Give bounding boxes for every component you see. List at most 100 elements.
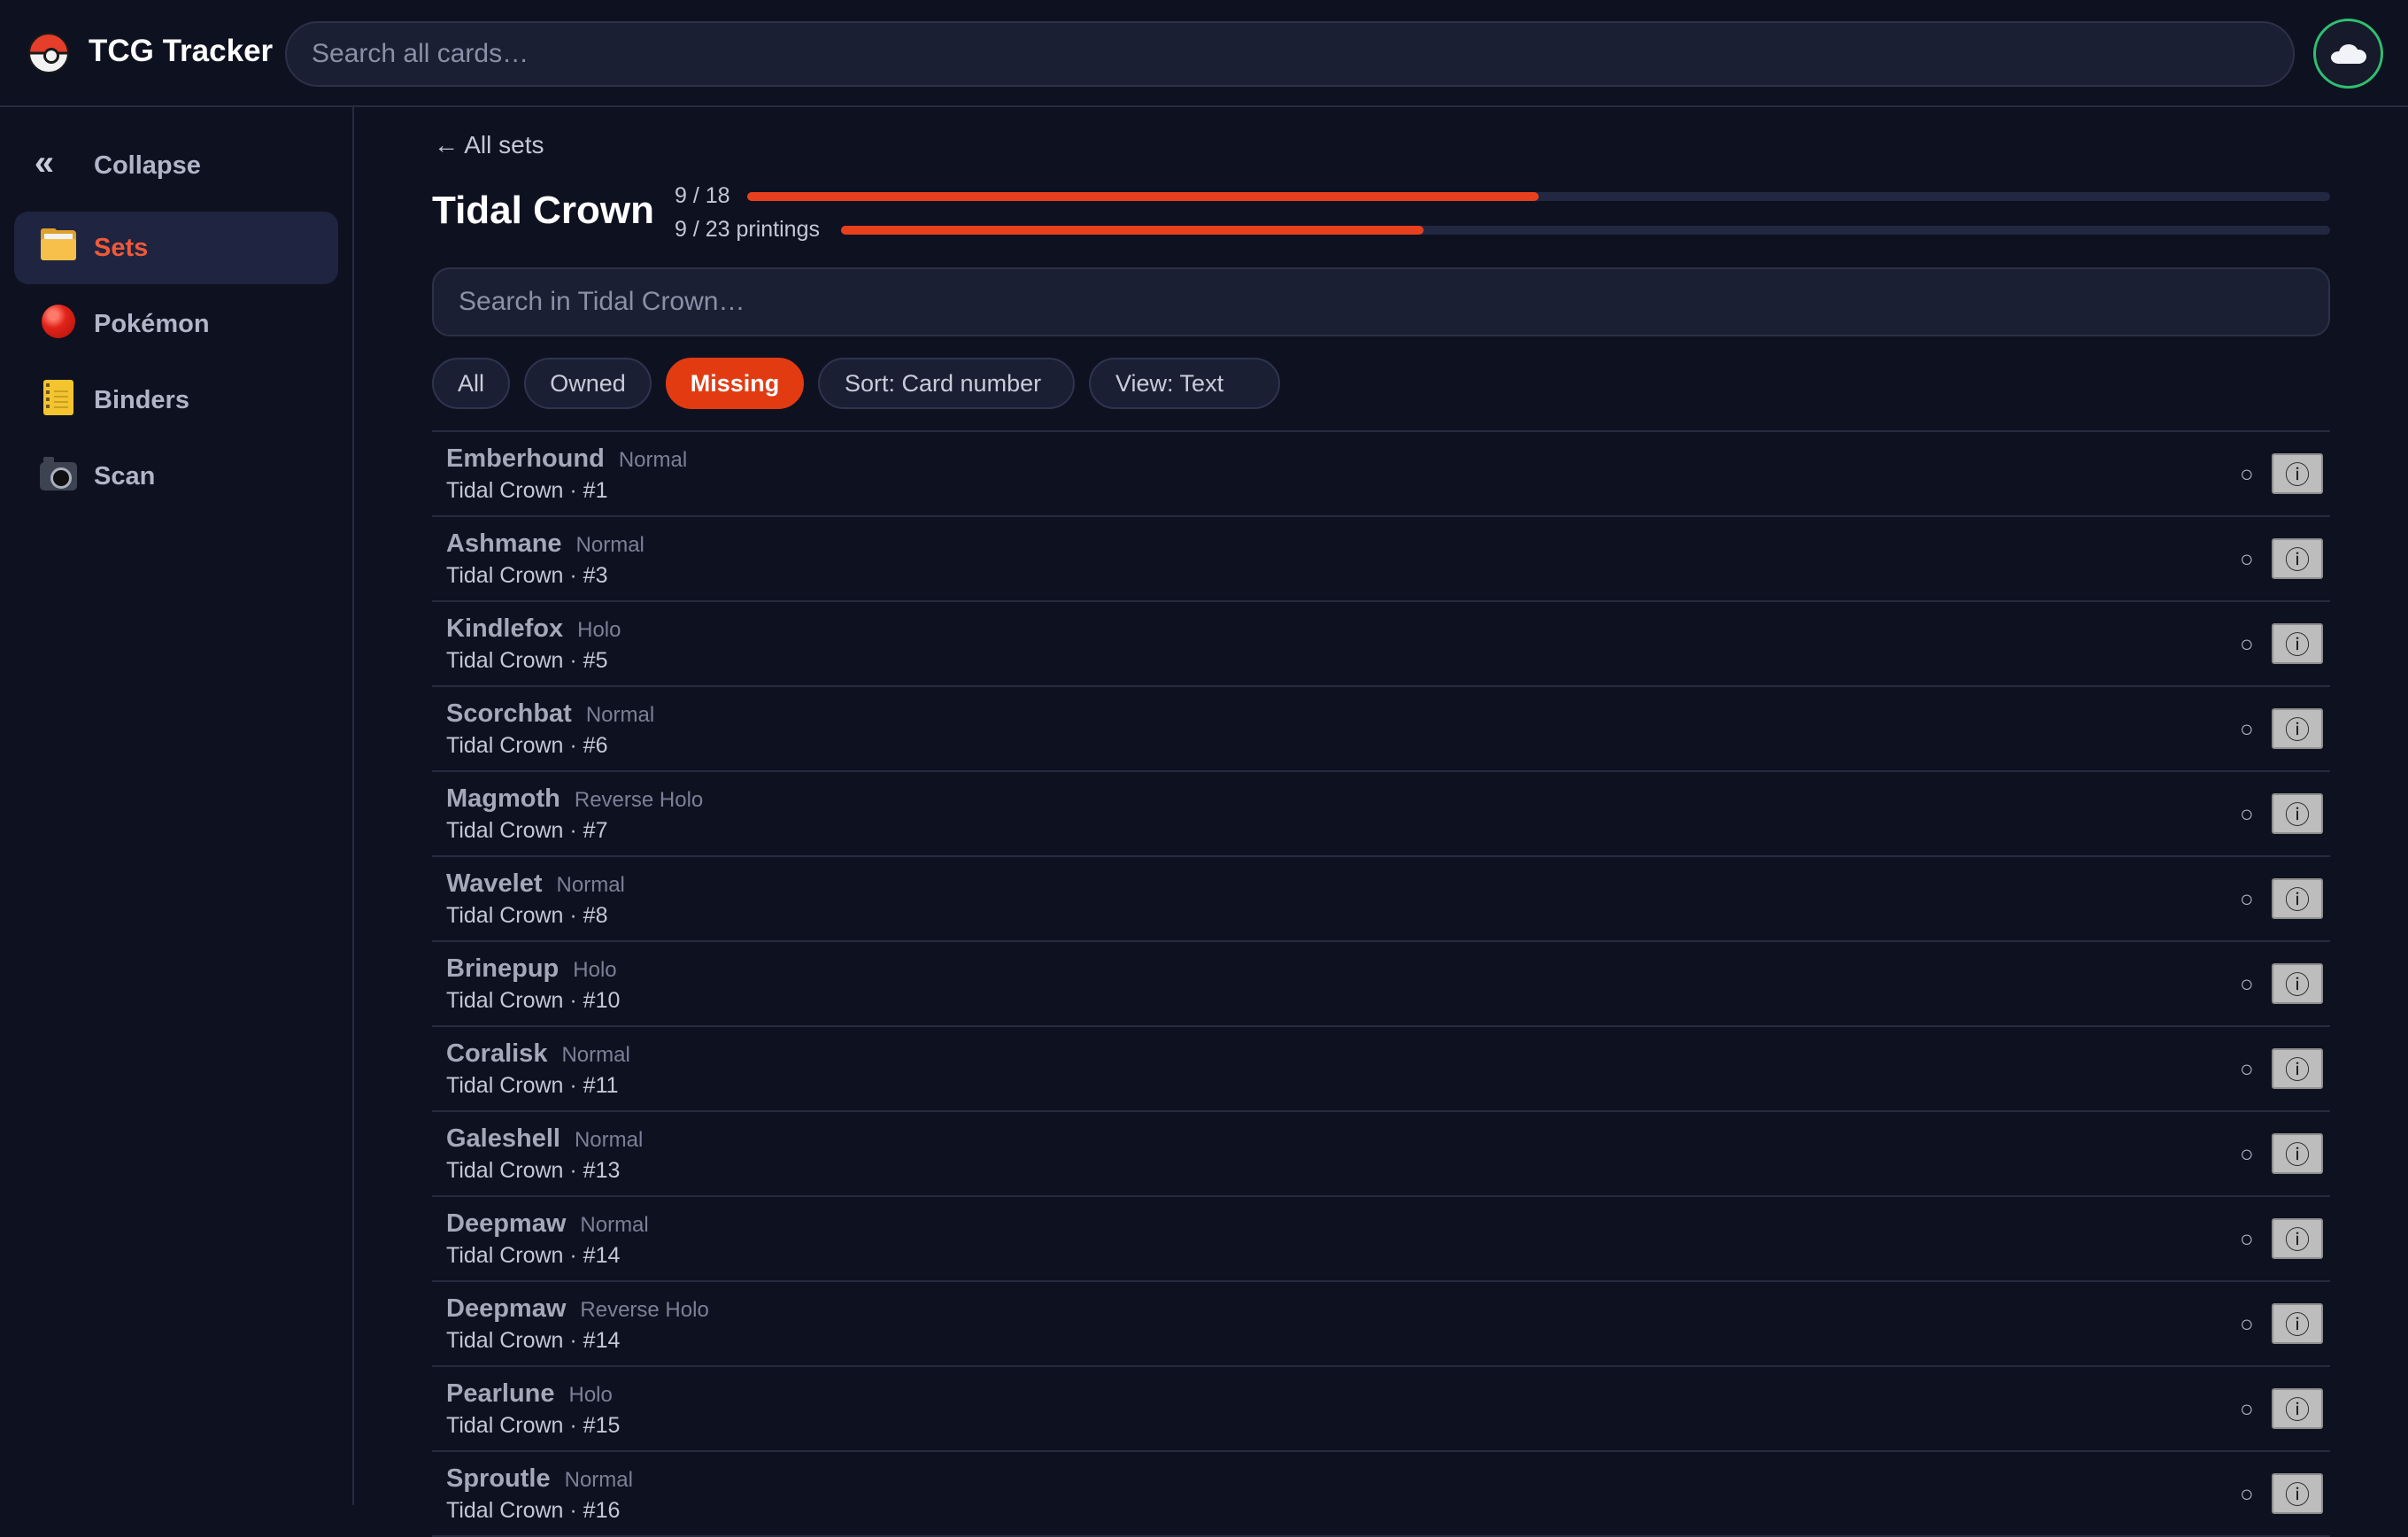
sidebar-item-label: Binders xyxy=(94,385,189,414)
info-icon-button[interactable]: ⓘ xyxy=(2272,1473,2323,1514)
card-variant: Normal xyxy=(575,533,644,557)
card-variant: Normal xyxy=(556,873,625,897)
owned-toggle-circle-icon[interactable]: ○ xyxy=(2240,460,2254,488)
card-variant: Holo xyxy=(568,1383,613,1407)
info-icon-button[interactable]: ⓘ xyxy=(2272,1048,2323,1089)
owned-toggle-circle-icon[interactable]: ○ xyxy=(2240,630,2254,658)
owned-toggle-circle-icon[interactable]: ○ xyxy=(2240,1055,2254,1083)
card-name-text: Coralisk xyxy=(446,1039,548,1068)
card-row[interactable]: Wavelet Normal Tidal Crown · #8 ○ ⓘ xyxy=(432,857,2330,942)
card-name: Magmoth Reverse Holo xyxy=(446,784,703,814)
collapse-label: Collapse xyxy=(94,151,201,180)
card-row[interactable]: Galeshell Normal Tidal Crown · #13 ○ ⓘ xyxy=(432,1112,2330,1197)
owned-toggle-circle-icon[interactable]: ○ xyxy=(2240,1480,2254,1508)
cards-progress-label: 9 / 18 xyxy=(675,183,730,208)
camera-icon xyxy=(34,456,83,497)
card-row[interactable]: Deepmaw Normal Tidal Crown · #14 ○ ⓘ xyxy=(432,1197,2330,1282)
sidebar: « Collapse Sets Pokémon Binders Scan xyxy=(0,107,354,1505)
card-row[interactable]: Magmoth Reverse Holo Tidal Crown · #7 ○ ⓘ xyxy=(432,772,2330,857)
view-select[interactable]: View: Text xyxy=(1089,358,1280,409)
info-icon-button[interactable]: ⓘ xyxy=(2272,1133,2323,1174)
card-list: Emberhound Normal Tidal Crown · #1 ○ ⓘ As… xyxy=(432,430,2330,1537)
sidebar-item-binders[interactable]: Binders xyxy=(14,364,338,436)
card-set-number: Tidal Crown · #11 xyxy=(446,1073,619,1098)
card-name-text: Emberhound xyxy=(446,444,605,473)
collapse-button[interactable]: « Collapse xyxy=(14,137,338,194)
sort-select[interactable]: Sort: Card number xyxy=(818,358,1075,409)
sidebar-item-sets[interactable]: Sets xyxy=(14,212,338,284)
card-row[interactable]: Deepmaw Reverse Holo Tidal Crown · #14 ○ … xyxy=(432,1282,2330,1367)
filter-missing-chip[interactable]: Missing xyxy=(666,358,804,409)
global-search-input[interactable] xyxy=(285,21,2295,87)
cloud-sync-button[interactable] xyxy=(2313,19,2383,89)
owned-toggle-circle-icon[interactable]: ○ xyxy=(2240,1225,2254,1253)
set-search-input[interactable] xyxy=(432,267,2330,336)
owned-toggle-circle-icon[interactable]: ○ xyxy=(2240,1140,2254,1168)
info-icon-button[interactable]: ⓘ xyxy=(2272,623,2323,664)
sidebar-item-scan[interactable]: Scan xyxy=(14,440,338,513)
card-row[interactable]: Sproutle Normal Tidal Crown · #16 ○ ⓘ xyxy=(432,1452,2330,1537)
filter-owned-chip[interactable]: Owned xyxy=(524,358,652,409)
card-name-text: Kindlefox xyxy=(446,614,564,643)
cards-progress-fill xyxy=(747,192,1539,201)
card-row[interactable]: Coralisk Normal Tidal Crown · #11 ○ ⓘ xyxy=(432,1027,2330,1112)
card-row[interactable]: Brinepup Holo Tidal Crown · #10 ○ ⓘ xyxy=(432,942,2330,1027)
owned-toggle-circle-icon[interactable]: ○ xyxy=(2240,1395,2254,1423)
card-variant: Normal xyxy=(574,1128,644,1152)
printings-progress-bar xyxy=(841,226,2330,235)
card-row[interactable]: Kindlefox Holo Tidal Crown · #5 ○ ⓘ xyxy=(432,602,2330,687)
card-set-number: Tidal Crown · #7 xyxy=(446,818,608,843)
card-name: Kindlefox Holo xyxy=(446,614,621,644)
info-icon-button[interactable]: ⓘ xyxy=(2272,1218,2323,1259)
owned-toggle-circle-icon[interactable]: ○ xyxy=(2240,970,2254,998)
info-icon-button[interactable]: ⓘ xyxy=(2272,793,2323,834)
sidebar-item-label: Pokémon xyxy=(94,309,210,338)
card-name-text: Wavelet xyxy=(446,869,543,898)
card-index-dividers-icon xyxy=(34,228,83,268)
card-row[interactable]: Pearlune Holo Tidal Crown · #15 ○ ⓘ xyxy=(432,1367,2330,1452)
card-set-number: Tidal Crown · #5 xyxy=(446,648,608,673)
app-title: TCG Tracker xyxy=(89,34,274,68)
card-name: Sproutle Normal xyxy=(446,1464,633,1494)
card-name-text: Brinepup xyxy=(446,954,560,983)
pokeball-logo-icon xyxy=(28,33,69,73)
info-icon-button[interactable]: ⓘ xyxy=(2272,1388,2323,1429)
owned-toggle-circle-icon[interactable]: ○ xyxy=(2240,715,2254,743)
card-row[interactable]: Ashmane Normal Tidal Crown · #3 ○ ⓘ xyxy=(432,517,2330,602)
card-name-text: Ashmane xyxy=(446,529,562,558)
card-name: Pearlune Holo xyxy=(446,1379,613,1409)
owned-toggle-circle-icon[interactable]: ○ xyxy=(2240,885,2254,913)
info-icon-button[interactable]: ⓘ xyxy=(2272,708,2323,749)
info-icon-button[interactable]: ⓘ xyxy=(2272,1303,2323,1344)
sidebar-item-pokemon[interactable]: Pokémon xyxy=(14,288,338,360)
info-icon-button[interactable]: ⓘ xyxy=(2272,878,2323,919)
owned-toggle-circle-icon[interactable]: ○ xyxy=(2240,800,2254,828)
card-name: Emberhound Normal xyxy=(446,444,687,474)
filter-all-chip[interactable]: All xyxy=(432,358,510,409)
double-chevron-left-icon: « xyxy=(34,143,55,182)
back-to-all-sets-link[interactable]: ← All sets xyxy=(434,131,544,159)
info-icon-button[interactable]: ⓘ xyxy=(2272,963,2323,1004)
cloud-icon xyxy=(2330,43,2366,64)
card-set-number: Tidal Crown · #10 xyxy=(446,988,621,1013)
red-ball-icon xyxy=(34,304,83,344)
card-row[interactable]: Emberhound Normal Tidal Crown · #1 ○ ⓘ xyxy=(432,432,2330,517)
info-icon-button[interactable]: ⓘ xyxy=(2272,538,2323,579)
owned-toggle-circle-icon[interactable]: ○ xyxy=(2240,1310,2254,1338)
card-variant: Normal xyxy=(585,703,655,727)
card-variant: Holo xyxy=(577,618,621,642)
card-variant: Normal xyxy=(561,1043,630,1067)
card-name-text: Sproutle xyxy=(446,1464,551,1493)
card-name-text: Pearlune xyxy=(446,1379,555,1408)
card-variant: Normal xyxy=(564,1468,633,1492)
owned-toggle-circle-icon[interactable]: ○ xyxy=(2240,545,2254,573)
card-name: Scorchbat Normal xyxy=(446,699,654,729)
card-set-number: Tidal Crown · #1 xyxy=(446,478,608,503)
card-name: Deepmaw Normal xyxy=(446,1209,649,1239)
info-icon-button[interactable]: ⓘ xyxy=(2272,453,2323,494)
card-variant: Reverse Holo xyxy=(580,1298,709,1322)
card-row[interactable]: Scorchbat Normal Tidal Crown · #6 ○ ⓘ xyxy=(432,687,2330,772)
card-name-text: Scorchbat xyxy=(446,699,572,728)
cards-progress-bar xyxy=(747,192,2330,201)
card-set-number: Tidal Crown · #16 xyxy=(446,1498,621,1523)
